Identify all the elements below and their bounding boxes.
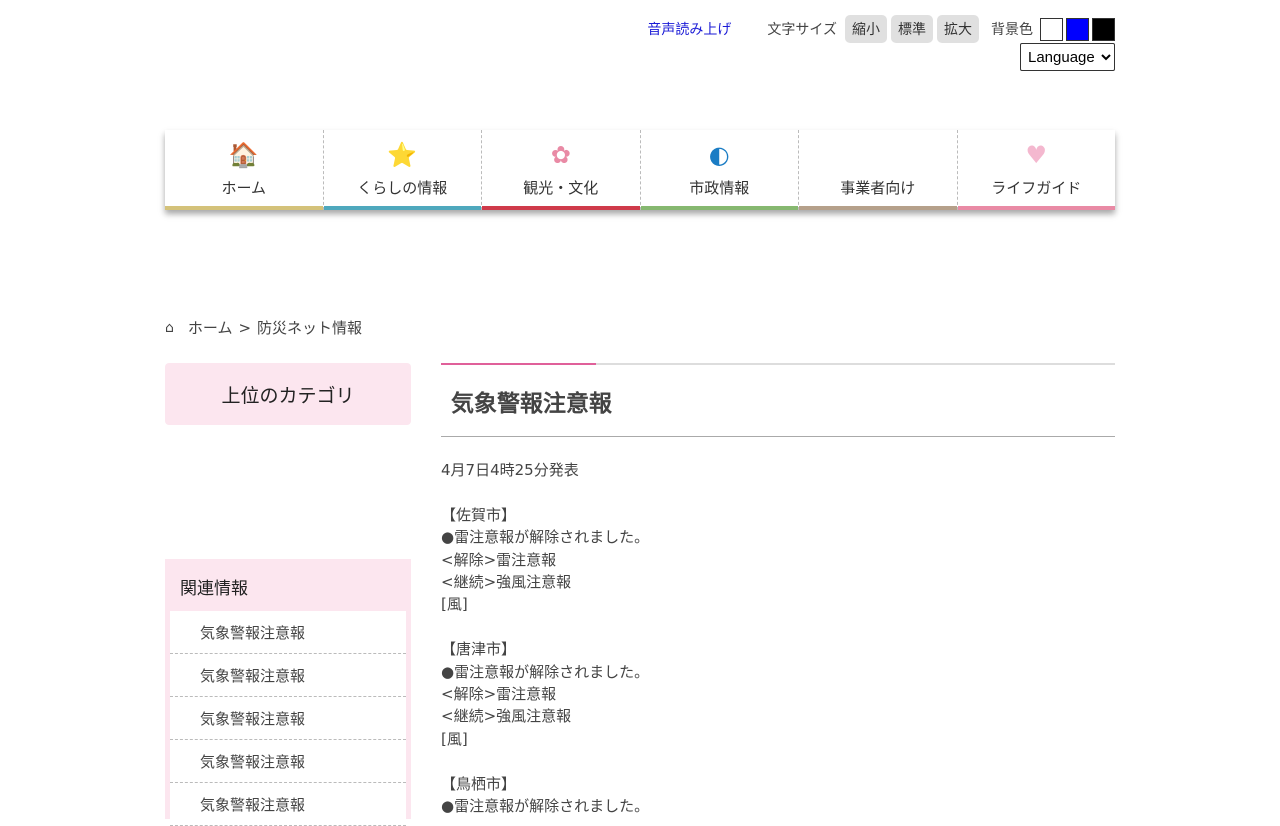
bg-white-button[interactable] <box>1040 17 1063 41</box>
nav-item-3[interactable]: ◐ 市政情報 <box>640 130 799 210</box>
article-body: 4月7日4時25分発表 【佐賀市】 ●雷注意報が解除されました。 <解除>雷注意… <box>441 461 650 816</box>
font-smaller-button[interactable]: 縮小 <box>845 15 887 43</box>
breadcrumb: ⌂ ホーム > 防災ネット情報 <box>165 317 362 338</box>
nav-color-bar <box>323 206 481 210</box>
city-emblem-icon: ◐ <box>708 141 730 169</box>
related-link[interactable]: 気象警報注意報 <box>170 740 406 783</box>
language-select[interactable]: Language <box>1020 43 1115 71</box>
bg-blue-button[interactable] <box>1066 17 1089 41</box>
heart-icon: ♥ <box>1025 141 1047 169</box>
nav-color-bar <box>957 206 1115 210</box>
breadcrumb-current: 防災ネット情報 <box>257 319 363 337</box>
nav-item-0[interactable]: 🏠 ホーム <box>165 130 324 210</box>
star-icon: ⭐ <box>387 141 418 169</box>
home-icon: ⌂ <box>165 319 174 336</box>
related-link[interactable]: 気象警報注意報 <box>170 611 406 654</box>
nav-color-bar <box>640 206 798 210</box>
sakura-icon: ✿ <box>550 141 571 169</box>
main-content: 気象警報注意報 4月7日4時25分発表 【佐賀市】 ●雷注意報が解除されました。… <box>441 363 1115 818</box>
nav-label: ライフガイド <box>991 179 1082 197</box>
nav-color-bar <box>482 206 640 210</box>
related-title: 関連情報 <box>180 579 248 599</box>
breadcrumb-home[interactable]: ホーム <box>188 317 233 338</box>
nav-label: 観光・文化 <box>523 179 599 197</box>
nav-item-5[interactable]: ♥ ライフガイド <box>957 130 1115 210</box>
related-info: 関連情報 気象警報注意報 気象警報注意報 気象警報注意報 気象警報注意報 気象警報注意報 <box>165 559 411 826</box>
related-link[interactable]: 気象警報注意報 <box>170 654 406 697</box>
bg-color-label: 背景色 <box>991 22 1033 38</box>
parent-category-button[interactable]: 上位のカテゴリ <box>165 363 411 425</box>
nav-label: ホーム <box>221 179 267 197</box>
nav-label: 事業者向け <box>840 179 916 197</box>
bg-black-button[interactable] <box>1092 17 1115 41</box>
nav-label: 市政情報 <box>689 179 750 197</box>
sidebar: 上位のカテゴリ 関連情報 気象警報注意報 気象警報注意報 気象警報注意報 気象警報注意… <box>165 363 411 826</box>
font-standard-button[interactable]: 標準 <box>891 15 933 43</box>
global-nav: 🏠 ホーム ⭐ くらしの情報 ✿ 観光・文化 ◐ 市政情報 事業者向け ♥ ライフガイド <box>165 130 1115 210</box>
page-title: 気象警報注意報 <box>441 363 1115 437</box>
nav-item-1[interactable]: ⭐ くらしの情報 <box>323 130 482 210</box>
nav-item-4[interactable]: 事業者向け <box>799 130 958 210</box>
nav-color-bar <box>799 206 957 210</box>
utility-bar: 音声読み上げ 文字サイズ 縮小 標準 拡大 背景色 <box>647 15 1115 43</box>
nav-label: くらしの情報 <box>357 179 448 197</box>
related-link[interactable]: 気象警報注意報 <box>170 783 406 826</box>
font-size-label: 文字サイズ <box>767 22 837 38</box>
house-icon: 🏠 <box>228 141 259 169</box>
read-aloud-link[interactable]: 音声読み上げ <box>647 19 731 39</box>
related-link[interactable]: 気象警報注意報 <box>170 697 406 740</box>
breadcrumb-separator: > <box>238 318 252 337</box>
nav-item-2[interactable]: ✿ 観光・文化 <box>482 130 641 210</box>
font-larger-button[interactable]: 拡大 <box>937 15 979 43</box>
nav-color-bar <box>165 206 323 210</box>
